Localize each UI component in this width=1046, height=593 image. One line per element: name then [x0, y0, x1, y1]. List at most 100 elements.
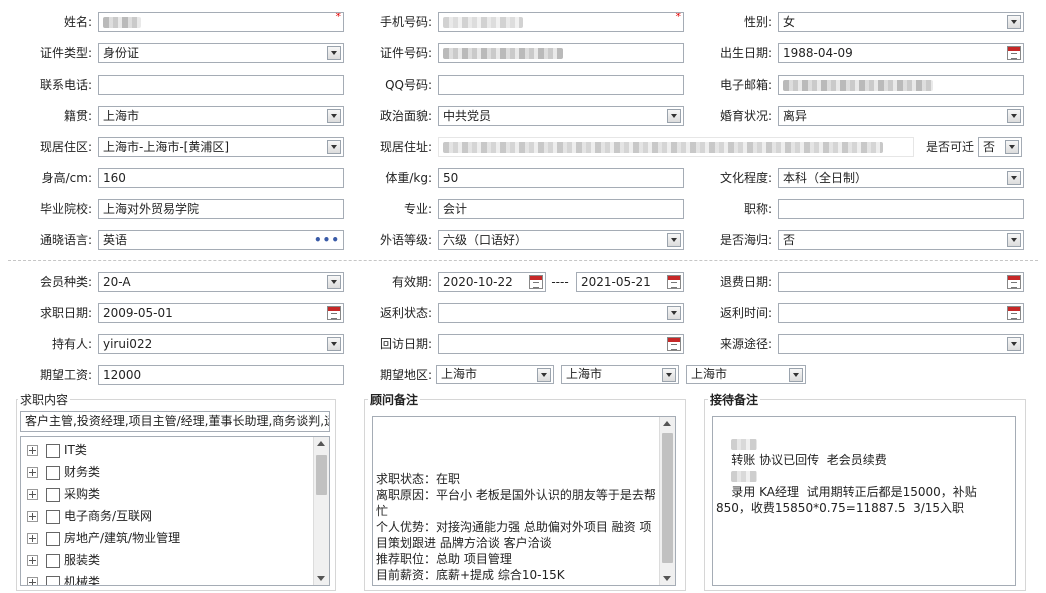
language-level-select[interactable]: 六级（口语好）: [438, 230, 684, 250]
residence-select[interactable]: 上海市-上海市-[黄浦区]: [98, 137, 344, 157]
expand-icon[interactable]: [27, 577, 38, 585]
chevron-down-icon[interactable]: [327, 337, 341, 351]
chevron-down-icon[interactable]: [1005, 140, 1019, 154]
calendar-icon[interactable]: [327, 306, 341, 320]
calendar-icon[interactable]: [667, 337, 681, 351]
gender-label: 性别:: [743, 15, 772, 29]
height-field[interactable]: 160: [98, 168, 344, 188]
qq-field[interactable]: [438, 75, 684, 95]
political-select[interactable]: 中共党员: [438, 106, 684, 126]
tree-item[interactable]: 财务类: [27, 461, 100, 483]
tree-item[interactable]: IT类: [27, 439, 87, 461]
chevron-down-icon[interactable]: [667, 306, 681, 320]
scroll-down-icon[interactable]: [317, 576, 325, 581]
checkbox[interactable]: [46, 531, 60, 546]
checkbox[interactable]: [46, 443, 60, 458]
chevron-down-icon[interactable]: [327, 275, 341, 289]
area-select-2[interactable]: 上海市: [561, 365, 679, 384]
native-select[interactable]: 上海市: [98, 106, 344, 126]
calendar-icon[interactable]: [1007, 306, 1021, 320]
job-intent-summary[interactable]: 客户主管,投资经理,项目主管/经理,董事长助理,商务谈判,运: [20, 411, 330, 432]
expand-icon[interactable]: [27, 489, 38, 500]
scroll-thumb[interactable]: [316, 455, 327, 495]
member-type-select[interactable]: 20-A: [98, 272, 344, 292]
mobile-field[interactable]: *: [438, 12, 684, 32]
school-field[interactable]: 上海对外贸易学院: [98, 199, 344, 219]
marital-select[interactable]: 离异: [778, 106, 1024, 126]
scroll-up-icon[interactable]: [317, 441, 325, 446]
visit-date-field[interactable]: [438, 334, 684, 354]
chevron-down-icon[interactable]: [662, 368, 676, 382]
education-select[interactable]: 本科（全日制）: [778, 168, 1024, 188]
chevron-down-icon[interactable]: [327, 46, 341, 60]
chevron-down-icon[interactable]: [1007, 109, 1021, 123]
job-date-field[interactable]: 2009-05-01: [98, 303, 344, 323]
calendar-icon[interactable]: [529, 275, 543, 289]
language-field[interactable]: 英语 •••: [98, 230, 344, 250]
expand-icon[interactable]: [27, 511, 38, 522]
expand-icon[interactable]: [27, 555, 38, 566]
refund-date-field[interactable]: [778, 272, 1024, 292]
birth-date-field[interactable]: 1988-04-09: [778, 43, 1024, 63]
calendar-icon[interactable]: [1007, 46, 1021, 60]
salary-field[interactable]: 12000: [98, 365, 344, 385]
phone-field[interactable]: [98, 75, 344, 95]
scroll-up-icon[interactable]: [663, 421, 671, 426]
chevron-down-icon[interactable]: [667, 233, 681, 247]
rebate-status-select[interactable]: [438, 303, 684, 323]
chevron-down-icon[interactable]: [1007, 171, 1021, 185]
id-type-select[interactable]: 身份证: [98, 43, 344, 63]
id-number-field[interactable]: [438, 43, 684, 63]
chevron-down-icon[interactable]: [537, 368, 551, 382]
chevron-down-icon[interactable]: [1007, 337, 1021, 351]
valid-start-field[interactable]: 2020-10-22: [438, 272, 546, 292]
reception-notes-textarea[interactable]: 转账 协议已回传 老会员续费 录用 KA经理 试用期转正后都是15000，补贴8…: [712, 416, 1016, 586]
holder-select[interactable]: yirui022: [98, 334, 344, 354]
tree-item[interactable]: 服装类: [27, 549, 100, 571]
consultant-notes-textarea[interactable]: 求职状态：在职 离职原因：平台小 老板是国外认识的朋友等于是去帮忙 个人优势：对…: [372, 416, 676, 586]
area-select-1[interactable]: 上海市: [436, 365, 554, 384]
tree-item[interactable]: 电子商务/互联网: [27, 505, 152, 527]
tree-scrollbar[interactable]: [313, 437, 329, 585]
chevron-down-icon[interactable]: [327, 109, 341, 123]
notes-scrollbar[interactable]: [659, 417, 675, 585]
tree-item[interactable]: 房地产/建筑/物业管理: [27, 527, 180, 549]
major-field[interactable]: 会计: [438, 199, 684, 219]
expand-icon[interactable]: [27, 467, 38, 478]
checkbox[interactable]: [46, 553, 60, 568]
name-field[interactable]: *: [98, 12, 344, 32]
more-dots-icon[interactable]: •••: [314, 232, 340, 248]
scroll-thumb[interactable]: [662, 433, 673, 563]
area-select-3[interactable]: 上海市: [686, 365, 806, 384]
expand-icon[interactable]: [27, 445, 38, 456]
chevron-down-icon[interactable]: [789, 368, 803, 382]
political-label: 政治面貌:: [379, 109, 432, 123]
checkbox[interactable]: [46, 487, 60, 502]
calendar-icon[interactable]: [667, 275, 681, 289]
valid-end-field[interactable]: 2021-05-21: [576, 272, 684, 292]
tree-item[interactable]: 采购类: [27, 483, 100, 505]
overseas-select[interactable]: 否: [778, 230, 1024, 250]
job-category-tree[interactable]: IT类 财务类 采购类 电子商务/互联网 房地产/建筑/物业管理 服装类 机械类: [20, 436, 330, 586]
tree-item[interactable]: 机械类: [27, 571, 100, 585]
scroll-down-icon[interactable]: [663, 576, 671, 581]
source-select[interactable]: [778, 334, 1024, 354]
language-level-value: 六级（口语好）: [443, 233, 528, 247]
weight-field[interactable]: 50: [438, 168, 684, 188]
calendar-icon[interactable]: [1007, 275, 1021, 289]
title-field[interactable]: [778, 199, 1024, 219]
address-field[interactable]: [438, 137, 914, 157]
chevron-down-icon[interactable]: [667, 109, 681, 123]
relocate-select[interactable]: 否: [978, 137, 1022, 157]
checkbox[interactable]: [46, 465, 60, 480]
tree-item-label: 房地产/建筑/物业管理: [64, 531, 181, 545]
email-field[interactable]: [778, 75, 1024, 95]
checkbox[interactable]: [46, 509, 60, 524]
chevron-down-icon[interactable]: [327, 140, 341, 154]
gender-select[interactable]: 女: [778, 12, 1024, 32]
rebate-time-field[interactable]: [778, 303, 1024, 323]
chevron-down-icon[interactable]: [1007, 233, 1021, 247]
expand-icon[interactable]: [27, 533, 38, 544]
chevron-down-icon[interactable]: [1007, 15, 1021, 29]
checkbox[interactable]: [46, 575, 60, 585]
